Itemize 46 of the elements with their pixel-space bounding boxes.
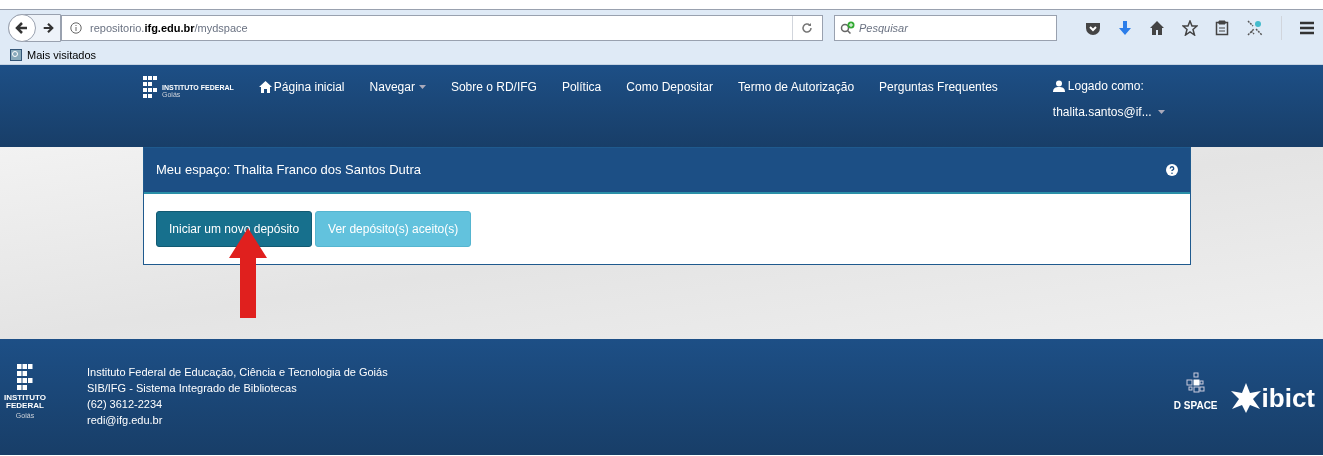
footer-logo-text: INSTITUTO	[3, 394, 47, 402]
dspace-text: D SPACE	[1173, 399, 1218, 413]
dspace-logo[interactable]: D SPACE	[1173, 372, 1218, 413]
search-field[interactable]: Pesquisar	[833, 15, 1057, 41]
nav-link[interactable]: Como Depositar	[626, 78, 713, 96]
ibict-logo-icon	[1229, 383, 1262, 413]
footer-logo-text: FEDERAL	[6, 402, 44, 410]
bookmark-link[interactable]: Mais visitados	[27, 46, 97, 64]
footer-text: SIB/IFG - Sistema Integrado de Bibliotecas	[87, 381, 298, 396]
nav-link[interactable]: Perguntas Frequentes	[879, 78, 998, 96]
menu-icon[interactable]	[1299, 21, 1315, 35]
footer-text: redi@ifg.edu.br	[87, 413, 164, 428]
pocket-icon[interactable]	[1085, 20, 1101, 36]
ibict-text: ibict	[1261, 385, 1315, 411]
nav-link[interactable]: Página inicial	[258, 78, 345, 96]
bookmark-icon	[10, 49, 22, 61]
footer-text: Instituto Federal de Educação, Ciência e Tecnologia de Goiás	[87, 365, 388, 380]
home-icon[interactable]	[1149, 20, 1165, 36]
user-label: Logado como:	[1067, 78, 1144, 95]
back-arrow-icon	[15, 21, 29, 35]
info-icon[interactable]	[70, 22, 82, 34]
address-bar[interactable]: repositorio.ifg.edu.br/mydspace	[61, 15, 823, 41]
nav-link[interactable]: Navegar	[369, 78, 426, 96]
help-icon[interactable]	[1166, 164, 1178, 176]
footer-logo-icon	[17, 364, 33, 392]
nav-link[interactable]: Sobre o RD/IFG	[450, 78, 537, 96]
panel-title: Meu espaço: Thalita Franco dos Santos Dutra	[156, 161, 421, 180]
nav-link[interactable]: Política	[561, 78, 602, 96]
clipboard-icon[interactable]	[1215, 20, 1229, 36]
reload-icon[interactable]	[801, 22, 814, 34]
url-text: repositorio.ifg.edu.br/mydspace	[90, 20, 249, 36]
forward-arrow-icon	[42, 22, 54, 34]
caret-icon	[418, 85, 426, 89]
search-icon	[839, 21, 856, 35]
user-icon	[1052, 80, 1065, 92]
ibict-logo[interactable]: ibict	[1229, 383, 1315, 413]
nav-link[interactable]: Termo de Autorização	[738, 78, 855, 96]
star-icon[interactable]	[1182, 20, 1198, 36]
download-icon[interactable]	[1118, 20, 1132, 36]
search-placeholder: Pesquisar	[858, 20, 908, 36]
back-button[interactable]	[8, 14, 36, 42]
account-dropdown[interactable]: thalita.santos@if...	[1052, 103, 1165, 121]
extension-icon[interactable]	[1246, 19, 1264, 37]
footer-text: (62) 3612-2234	[87, 397, 164, 412]
caret-icon	[1157, 110, 1165, 114]
home-icon	[258, 81, 272, 93]
